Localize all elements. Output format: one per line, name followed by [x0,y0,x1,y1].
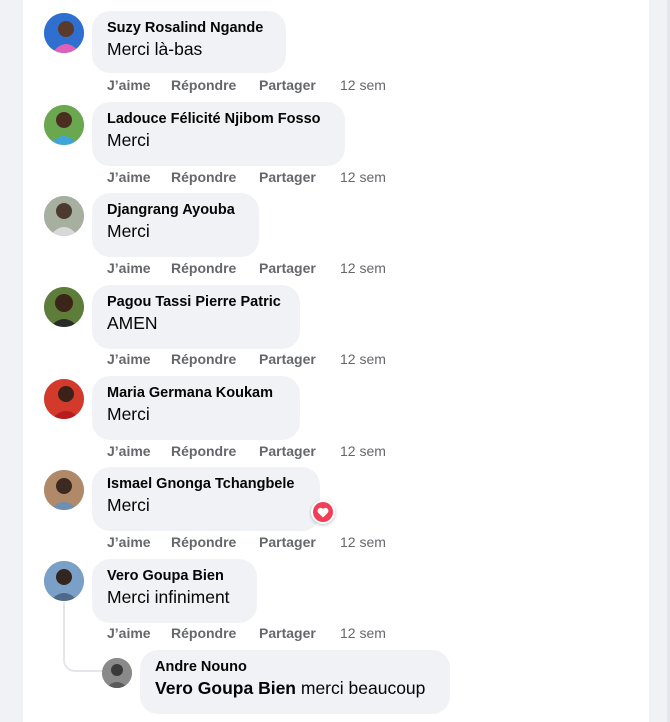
share-button[interactable]: Partager [259,625,316,641]
comment-bubble: Djangrang Ayouba Merci [92,193,259,257]
comment-timestamp[interactable]: 12 sem [340,443,386,459]
comment-item: Maria Germana Koukam Merci J’aime Répond… [0,376,670,467]
reply-button[interactable]: Répondre [171,260,236,276]
like-button[interactable]: J’aime [107,443,151,459]
reply-bubble: Andre Nouno Vero Goupa Bien merci beauco… [140,650,450,714]
mention-link[interactable]: Vero Goupa Bien [155,678,296,698]
reply-author[interactable]: Andre Nouno [155,658,436,677]
avatar[interactable] [44,196,84,236]
avatar[interactable] [44,287,84,327]
like-button[interactable]: J’aime [107,169,151,185]
comment-bubble: Pagou Tassi Pierre Patric AMEN [92,285,300,349]
comment-author[interactable]: Ismael Gnonga Tchangbele [107,475,306,494]
comment-timestamp[interactable]: 12 sem [340,351,386,367]
comment-author[interactable]: Suzy Rosalind Ngande [107,19,272,38]
share-button[interactable]: Partager [259,260,316,276]
comment-author[interactable]: Maria Germana Koukam [107,384,286,403]
share-button[interactable]: Partager [259,443,316,459]
reply-button[interactable]: Répondre [171,77,236,93]
comment-item: Djangrang Ayouba Merci J’aime Répondre P… [0,193,670,284]
comment-timestamp[interactable]: 12 sem [340,625,386,641]
comment-author[interactable]: Djangrang Ayouba [107,201,245,220]
comment-text: Merci [107,404,150,424]
comment-text: Merci [107,221,150,241]
comment-actions: J’aime Répondre Partager 12 sem [107,260,397,278]
comment-text: Merci là-bas [107,39,203,59]
comment-item: Ismael Gnonga Tchangbele Merci J’aime Ré… [0,467,670,558]
comment-author[interactable]: Pagou Tassi Pierre Patric [107,293,286,312]
reply-button[interactable]: Répondre [171,351,236,367]
comment-text: Merci infiniment [107,587,230,607]
comment-actions: J’aime Répondre Partager 12 sem [107,443,397,461]
comment-actions: J’aime Répondre Partager 12 sem [107,77,397,95]
comment-actions: J’aime Répondre Partager 12 sem [107,625,397,643]
avatar[interactable] [102,658,132,688]
reply-button[interactable]: Répondre [171,443,236,459]
comment-bubble: Ismael Gnonga Tchangbele Merci [92,467,320,531]
comment-actions: J’aime Répondre Partager 12 sem [107,351,397,369]
comment-item: Pagou Tassi Pierre Patric AMEN J’aime Ré… [0,284,670,375]
comment-text: Merci [107,495,150,515]
comment-timestamp[interactable]: 12 sem [340,260,386,276]
avatar[interactable] [44,470,84,510]
comment-item: Vero Goupa Bien Merci infiniment J’aime … [0,558,670,649]
avatar[interactable] [44,379,84,419]
like-button[interactable]: J’aime [107,260,151,276]
reply-button[interactable]: Répondre [171,169,236,185]
avatar[interactable] [44,105,84,145]
comment-bubble: Maria Germana Koukam Merci [92,376,300,440]
comment-bubble: Vero Goupa Bien Merci infiniment [92,559,257,623]
share-button[interactable]: Partager [259,77,316,93]
like-button[interactable]: J’aime [107,77,151,93]
avatar[interactable] [44,561,84,601]
comment-bubble: Ladouce Félicité Njibom Fosso Merci [92,102,345,166]
share-button[interactable]: Partager [259,169,316,185]
like-button[interactable]: J’aime [107,534,151,550]
reply-button[interactable]: Répondre [171,625,236,641]
like-button[interactable]: J’aime [107,351,151,367]
share-button[interactable]: Partager [259,534,316,550]
comment-text: Merci [107,130,150,150]
comment-item: Suzy Rosalind Ngande Merci là-bas J’aime… [0,10,670,101]
reply-message: merci beaucoup [300,678,426,698]
comment-item: Ladouce Félicité Njibom Fosso Merci J’ai… [0,101,670,192]
love-reaction[interactable] [311,500,335,524]
comment-text: AMEN [107,313,158,333]
comment-bubble: Suzy Rosalind Ngande Merci là-bas [92,11,286,73]
comment-timestamp[interactable]: 12 sem [340,169,386,185]
comment-timestamp[interactable]: 12 sem [340,534,386,550]
reply-button[interactable]: Répondre [171,534,236,550]
comment-timestamp[interactable]: 12 sem [340,77,386,93]
comment-author[interactable]: Ladouce Félicité Njibom Fosso [107,110,331,129]
avatar[interactable] [44,13,84,53]
love-icon [313,502,333,522]
comment-actions: J’aime Répondre Partager 12 sem [107,169,397,187]
comment-author[interactable]: Vero Goupa Bien [107,567,243,586]
reply-text: Vero Goupa Bien merci beaucoup [155,677,436,700]
like-button[interactable]: J’aime [107,625,151,641]
comment-actions: J’aime Répondre Partager 12 sem [107,534,397,552]
reply-item: Andre Nouno Vero Goupa Bien merci beauco… [0,650,670,722]
share-button[interactable]: Partager [259,351,316,367]
